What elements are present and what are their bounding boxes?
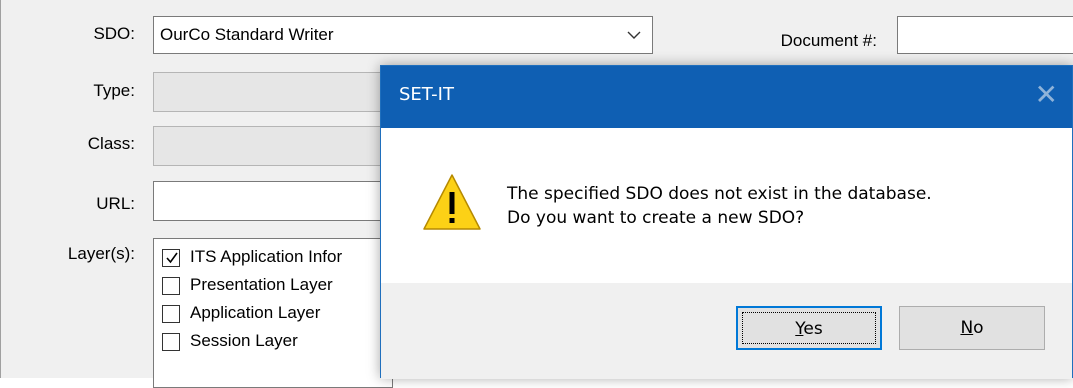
layer-label: Application Layer [190,303,321,322]
layer-checkbox[interactable] [162,277,180,295]
sdo-dropdown[interactable]: OurCo Standard Writer [153,16,653,54]
warning-icon [423,174,481,230]
no-label-rest: o [973,318,984,338]
document-label: Document #: [780,31,877,50]
layers-list[interactable]: ITS Application Infor Presentation Layer… [153,238,393,388]
sdo-label: SDO: [93,24,135,43]
chevron-down-icon [627,31,641,39]
type-field[interactable] [153,72,393,112]
layer-checkbox[interactable] [162,249,180,267]
no-mnemonic: N [960,318,974,338]
yes-button[interactable]: Yes [736,306,882,350]
sdo-value: OurCo Standard Writer [160,25,334,44]
message-dialog: SET-IT ✕ The specified SDO does not exis… [380,65,1073,379]
no-button[interactable]: No [899,306,1045,350]
url-input[interactable] [153,181,393,221]
document-number-input[interactable] [897,16,1073,54]
message-line-2: Do you want to create a new SDO? [507,208,805,228]
close-icon[interactable]: ✕ [1035,78,1058,111]
class-field[interactable] [153,126,393,166]
layers-label: Layer(s): [67,244,135,263]
layer-checkbox[interactable] [162,333,180,351]
layer-checkbox[interactable] [162,305,180,323]
class-label: Class: [87,134,135,153]
dialog-button-bar: Yes No [381,283,1072,379]
layer-label: Presentation Layer [190,275,333,294]
dialog-titlebar[interactable]: SET-IT ✕ [381,66,1072,128]
layer-label: ITS Application Infor [190,247,343,266]
url-label: URL: [96,194,135,213]
type-label: Type: [93,81,135,100]
focus-rect [742,312,876,344]
layer-label: Session Layer [190,331,298,350]
message-line-1: The specified SDO does not exist in the … [507,184,932,204]
dialog-title: SET-IT [399,84,454,105]
checkmark-icon [166,252,178,264]
dialog-message: The specified SDO does not exist in the … [507,182,932,230]
